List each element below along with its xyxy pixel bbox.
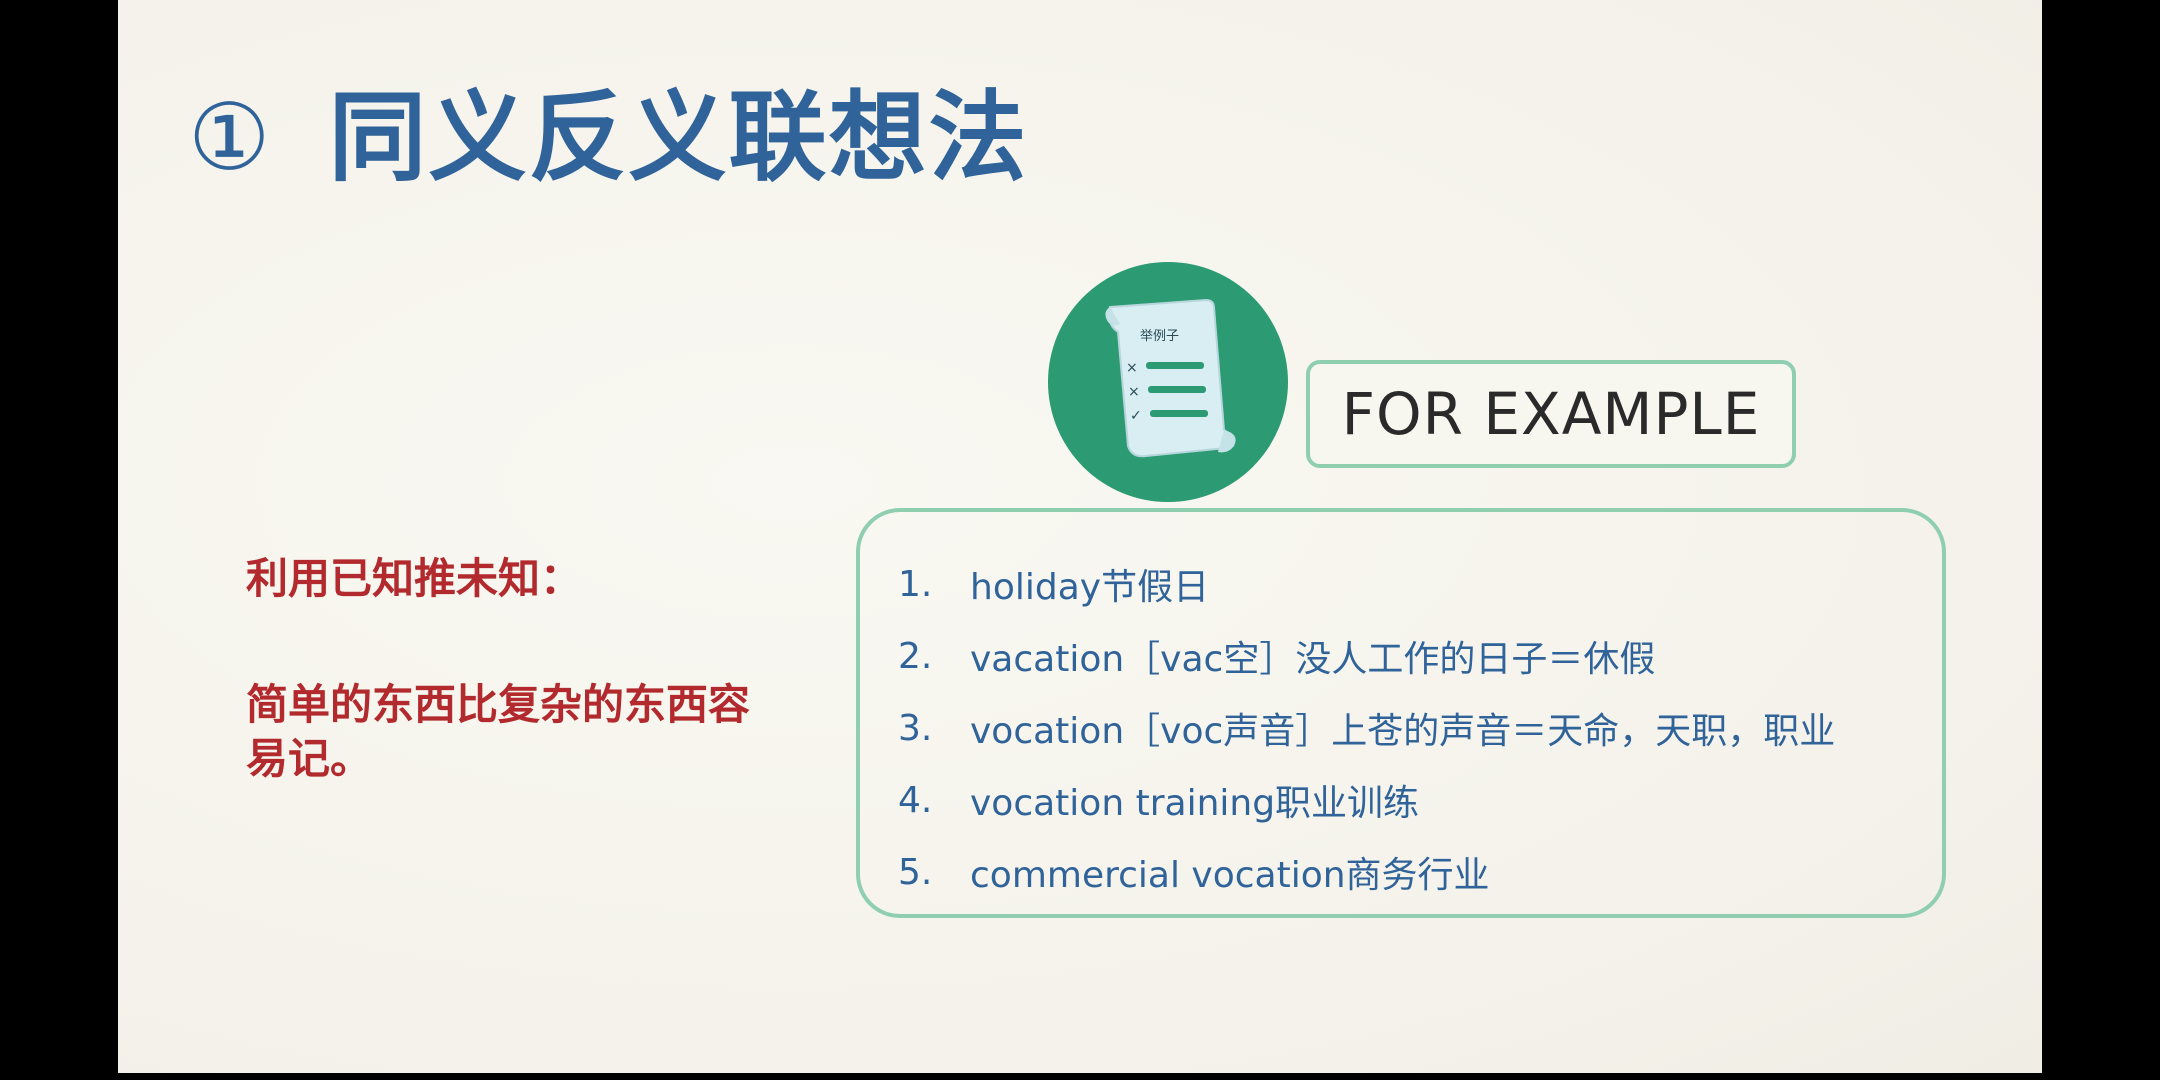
slide: ① 同义反义联想法 利用已知推未知： 简单的东西比复杂的东西容易记。 举例子 ×… xyxy=(118,0,2042,1073)
list-item-number: 3. xyxy=(898,707,933,749)
svg-text:✓: ✓ xyxy=(1130,408,1142,424)
list-item-text: vacation［vac空］没人工作的日子＝休假 xyxy=(970,639,1656,680)
list-item: 2. vacation［vac空］没人工作的日子＝休假 xyxy=(898,620,1835,692)
checklist-scroll-icon: 举例子 × × ✓ xyxy=(1048,262,1288,502)
icon-label: 举例子 xyxy=(1140,329,1179,344)
slide-title-row: ① 同义反义联想法 xyxy=(188,78,1029,198)
method-note-heading: 利用已知推未知： xyxy=(246,554,583,603)
examples-list: 1. holiday节假日 2. vacation［vac空］没人工作的日子＝休… xyxy=(898,548,1835,908)
list-item: 5. commercial vocation商务行业 xyxy=(898,836,1835,908)
examples-box: 1. holiday节假日 2. vacation［vac空］没人工作的日子＝休… xyxy=(856,508,1946,918)
list-item: 1. holiday节假日 xyxy=(898,548,1835,620)
for-example-label: FOR EXAMPLE xyxy=(1306,360,1796,468)
method-note: 利用已知推未知： 简单的东西比复杂的东西容易记。 xyxy=(246,545,786,786)
list-item-text: commercial vocation商务行业 xyxy=(970,855,1490,896)
list-item-number: 2. xyxy=(898,635,933,677)
svg-text:×: × xyxy=(1126,360,1138,376)
list-item: 4. vocation training职业训练 xyxy=(898,764,1835,836)
title-number: ① xyxy=(188,84,271,191)
svg-text:×: × xyxy=(1128,384,1140,400)
list-item-text: holiday节假日 xyxy=(970,567,1210,608)
list-item: 3. vocation［voc声音］上苍的声音＝天命，天职，职业 xyxy=(898,692,1835,764)
list-item-number: 4. xyxy=(898,779,933,821)
list-item-text: vocation training职业训练 xyxy=(970,783,1420,824)
list-item-text: vocation［voc声音］上苍的声音＝天命，天职，职业 xyxy=(970,711,1836,752)
list-item-number: 1. xyxy=(898,563,933,605)
list-item-number: 5. xyxy=(898,851,933,893)
slide-title: 同义反义联想法 xyxy=(328,81,1029,195)
method-note-body: 简单的东西比复杂的东西容易记。 xyxy=(246,680,751,783)
video-frame: ① 同义反义联想法 利用已知推未知： 简单的东西比复杂的东西容易记。 举例子 ×… xyxy=(0,0,2160,1080)
